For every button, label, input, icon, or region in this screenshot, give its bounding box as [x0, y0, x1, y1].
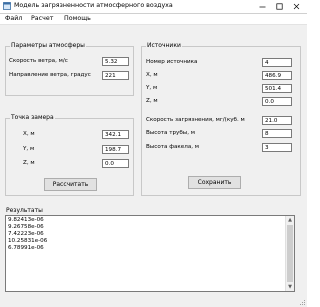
wind-speed-label: Скорость ветра, м/с [9, 58, 68, 64]
scroll-thumb[interactable] [287, 225, 293, 282]
minimize-icon [259, 6, 266, 7]
source-z-label: Z, м [146, 98, 158, 104]
point-x-label: X, м [23, 131, 35, 137]
source-z-field[interactable]: 0.0 [262, 97, 292, 106]
resize-grip-icon[interactable] [299, 299, 306, 306]
result-line: 6.78991e-06 [8, 245, 44, 251]
result-line: 9.26758e-06 [8, 224, 44, 230]
source-x-label: X, м [146, 72, 158, 78]
menu-bar: Файл Расчет Помощь [0, 14, 307, 25]
scroll-up-icon[interactable]: ▲ [286, 216, 294, 224]
save-button[interactable]: Сохранить [188, 176, 241, 189]
results-scrollbar[interactable]: ▲ ▼ [285, 216, 294, 291]
maximize-button[interactable] [271, 1, 288, 11]
title-bar: Модель загрязненности атмосферного возду… [0, 0, 307, 14]
measure-point-group-title: Точка замера [10, 114, 55, 122]
pipe-height-field[interactable]: 8 [262, 129, 292, 138]
close-icon [293, 3, 300, 9]
source-number-label: Номер источника [146, 59, 198, 65]
torch-height-field[interactable]: 3 [262, 143, 292, 152]
app-icon [3, 2, 11, 10]
wind-direction-field[interactable]: 221 [102, 71, 129, 80]
pipe-height-label: Высота трубы, м [146, 130, 195, 136]
torch-height-label: Высота факела, м [146, 144, 200, 150]
sources-group: Источники Номер источника 4 X, м 486.9 Y… [141, 42, 301, 196]
menu-calc[interactable]: Расчет [31, 15, 53, 22]
wind-speed-field[interactable]: 5.32 [102, 57, 129, 66]
close-button[interactable] [288, 1, 305, 11]
result-line: 9.82413e-06 [8, 217, 44, 223]
point-x-field[interactable]: 342.1 [102, 130, 129, 139]
source-y-label: Y, м [146, 85, 158, 91]
pollution-rate-field[interactable]: 21.0 [262, 116, 292, 125]
sources-group-title: Источники [146, 42, 182, 50]
app-window: Модель загрязненности атмосферного возду… [0, 0, 307, 307]
pollution-rate-label: Скорость загрязнения, мг/(куб. м [146, 117, 245, 123]
result-line: 10.25831e-06 [8, 238, 48, 244]
window-title: Модель загрязненности атмосферного возду… [14, 2, 173, 9]
wind-direction-label: Направление ветра, градус [9, 72, 91, 78]
results-textarea[interactable]: 9.82413e-06 9.26758e-06 7.42223e-06 10.2… [5, 215, 295, 292]
results-label: Результаты [6, 207, 43, 214]
atmosphere-group-title: Параметры атмосферы [10, 42, 86, 50]
source-y-field[interactable]: 501.4 [262, 84, 292, 93]
scroll-down-icon[interactable]: ▼ [286, 283, 294, 291]
atmosphere-group: Параметры атмосферы Скорость ветра, м/с … [5, 42, 134, 96]
point-y-label: Y, м [23, 146, 35, 152]
result-line: 7.42223e-06 [8, 231, 44, 237]
point-y-field[interactable]: 198.7 [102, 145, 129, 154]
source-x-field[interactable]: 486.9 [262, 71, 292, 80]
point-z-label: Z, м [23, 160, 35, 166]
menu-help[interactable]: Помощь [64, 15, 91, 22]
maximize-icon [276, 2, 283, 10]
point-z-field[interactable]: 0.0 [102, 159, 129, 168]
minimize-button[interactable] [254, 1, 271, 11]
menu-file[interactable]: Файл [5, 15, 22, 22]
source-number-field[interactable]: 4 [262, 58, 292, 67]
calculate-button[interactable]: Рассчитать [44, 178, 97, 191]
measure-point-group: Точка замера X, м 342.1 Y, м 198.7 Z, м … [5, 114, 134, 196]
